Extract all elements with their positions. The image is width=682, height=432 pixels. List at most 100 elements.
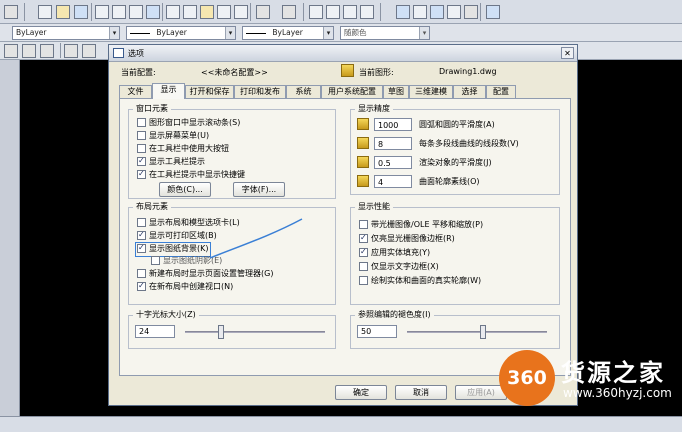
checkbox-box[interactable] <box>137 230 146 240</box>
redo-icon[interactable] <box>282 5 296 19</box>
checkbox-solid-fill[interactable]: 应用实体填充(Y) <box>359 247 430 259</box>
render-smoothness-input[interactable]: 0.5 <box>374 156 412 169</box>
tab-plot-publish[interactable]: 打印和发布 <box>234 85 286 98</box>
checkbox-box[interactable] <box>137 144 146 153</box>
save-icon[interactable] <box>74 5 88 19</box>
properties-icon[interactable] <box>396 5 410 19</box>
checkbox-page-setup-manager[interactable]: 新建布局时显示页面设置管理器(G) <box>137 269 273 280</box>
lineweight-combo[interactable]: ByLayer ▾ <box>242 26 334 40</box>
checkbox-box[interactable] <box>137 169 146 179</box>
arc-smoothness-input[interactable]: 1000 <box>374 118 412 131</box>
pan-icon[interactable] <box>309 5 323 19</box>
checkbox-raster-frame[interactable]: 仅亮显光栅图像边框(R) <box>359 233 455 245</box>
checkbox-box[interactable] <box>137 269 146 278</box>
match-properties-icon[interactable] <box>217 5 231 19</box>
tool-palettes-icon[interactable] <box>430 5 444 19</box>
window-elements-title: 窗口元素 <box>133 104 171 114</box>
print-preview-icon[interactable] <box>112 5 126 19</box>
contour-lines-input[interactable]: 4 <box>374 175 412 188</box>
checkbox-box[interactable] <box>137 118 146 127</box>
crosshair-slider-track[interactable] <box>185 331 325 333</box>
checkbox-box[interactable] <box>137 243 146 253</box>
checkbox-box[interactable] <box>359 220 368 229</box>
checkbox-screen-menu[interactable]: 显示屏幕菜单(U) <box>137 131 209 142</box>
close-icon[interactable]: ✕ <box>561 47 574 59</box>
checkbox-large-buttons[interactable]: 在工具栏中使用大按钮 <box>137 144 229 155</box>
checkbox-create-viewport[interactable]: 在新布局中创建视口(N) <box>137 281 233 293</box>
checkbox-shortcut-tooltips[interactable]: 在工具栏提示中显示快捷键 <box>137 169 245 181</box>
plotstyle-combo-value: 随颜色 <box>344 28 367 37</box>
checkbox-box[interactable] <box>359 233 368 243</box>
checkbox-box[interactable] <box>137 281 146 291</box>
ok-button[interactable]: 确定 <box>335 385 387 400</box>
tab-drafting[interactable]: 草图 <box>383 85 409 98</box>
dialog-titlebar[interactable]: 选项 ✕ <box>109 45 577 62</box>
polyline-tool-icon[interactable] <box>40 44 54 58</box>
checkbox-text-frame[interactable]: 仅显示文字边框(X) <box>359 262 439 273</box>
apply-button[interactable]: 应用(A) <box>455 385 507 400</box>
zoom-previous-icon[interactable] <box>360 5 374 19</box>
print-icon[interactable] <box>95 5 109 19</box>
chevron-down-icon: ▾ <box>109 27 119 39</box>
line-tool-icon[interactable] <box>4 44 18 58</box>
checkbox-box[interactable] <box>137 218 146 227</box>
tab-files[interactable]: 文件 <box>119 85 152 98</box>
paste-icon[interactable] <box>200 5 214 19</box>
tab-system[interactable]: 系统 <box>286 85 321 98</box>
polyline-segments-input[interactable]: 8 <box>374 137 412 150</box>
checkbox-box[interactable] <box>137 156 146 166</box>
zoom-realtime-icon[interactable] <box>326 5 340 19</box>
calculator-icon[interactable] <box>464 5 478 19</box>
display-performance-title: 显示性能 <box>355 202 393 212</box>
checkbox-raster-pan-zoom[interactable]: 带光栅图像/OLE 平移和缩放(P) <box>359 220 483 231</box>
colors-button[interactable]: 颜色(C)... <box>159 182 211 197</box>
3d-publish-icon[interactable] <box>146 5 160 19</box>
checkbox-printable-area[interactable]: 显示可打印区域(B) <box>137 230 217 242</box>
design-center-icon[interactable] <box>413 5 427 19</box>
undo-icon[interactable] <box>256 5 270 19</box>
tab-profiles[interactable]: 配置 <box>486 85 516 98</box>
reference-fade-input[interactable]: 50 <box>357 325 397 338</box>
publish-icon[interactable] <box>129 5 143 19</box>
checkbox-paper-background[interactable]: 显示图纸背景(K) <box>135 242 211 257</box>
block-editor-icon[interactable] <box>234 5 248 19</box>
color-combo[interactable]: ByLayer ▾ <box>12 26 120 40</box>
cut-icon[interactable] <box>166 5 180 19</box>
plotstyle-combo[interactable]: 随颜色 ▾ <box>340 26 430 40</box>
checkbox-silhouettes[interactable]: 绘制实体和曲面的真实轮廓(W) <box>359 276 481 287</box>
checkbox-tooltips[interactable]: 显示工具栏提示 <box>137 156 205 168</box>
crosshair-slider-thumb[interactable] <box>218 325 224 339</box>
copy-icon[interactable] <box>183 5 197 19</box>
new-file-icon[interactable] <box>38 5 52 19</box>
checkbox-paper-shadow[interactable]: 显示图纸阴影(E) <box>151 256 222 267</box>
tab-open-save[interactable]: 打开和保存 <box>185 85 234 98</box>
tab-user-preferences[interactable]: 用户系统配置 <box>321 85 383 98</box>
open-file-icon[interactable] <box>56 5 70 19</box>
zoom-window-icon[interactable] <box>343 5 357 19</box>
checkbox-box[interactable] <box>137 131 146 140</box>
checkbox-label: 绘制实体和曲面的真实轮廓(W) <box>371 276 482 285</box>
checkbox-box[interactable] <box>359 262 368 271</box>
tab-selection[interactable]: 选择 <box>453 85 486 98</box>
modify-toolbar <box>0 60 20 416</box>
tab-3d-modeling[interactable]: 三维建模 <box>409 85 453 98</box>
cancel-button[interactable]: 取消 <box>395 385 447 400</box>
crosshair-size-input[interactable]: 24 <box>135 325 175 338</box>
help-icon[interactable] <box>486 5 500 19</box>
reference-fade-slider-thumb[interactable] <box>480 325 486 339</box>
crosshair-size-title: 十字光标大小(Z) <box>133 310 199 320</box>
checkbox-scrollbars[interactable]: 图形窗口中显示滚动条(S) <box>137 118 240 129</box>
reference-fade-slider-track[interactable] <box>407 331 547 333</box>
fonts-button[interactable]: 字体(F)... <box>233 182 285 197</box>
tab-display[interactable]: 显示 <box>152 83 185 99</box>
sheet-set-icon[interactable] <box>447 5 461 19</box>
checkbox-layout-tabs[interactable]: 显示布局和模型选项卡(L) <box>137 218 240 229</box>
rectangle-tool-icon[interactable] <box>82 44 96 58</box>
checkbox-box[interactable] <box>151 256 160 265</box>
polygon-tool-icon[interactable] <box>64 44 78 58</box>
checkbox-box[interactable] <box>359 276 368 285</box>
xline-tool-icon[interactable] <box>22 44 36 58</box>
checkbox-label: 显示屏幕菜单(U) <box>149 131 210 140</box>
checkbox-box[interactable] <box>359 247 368 257</box>
linetype-combo[interactable]: ByLayer ▾ <box>126 26 236 40</box>
